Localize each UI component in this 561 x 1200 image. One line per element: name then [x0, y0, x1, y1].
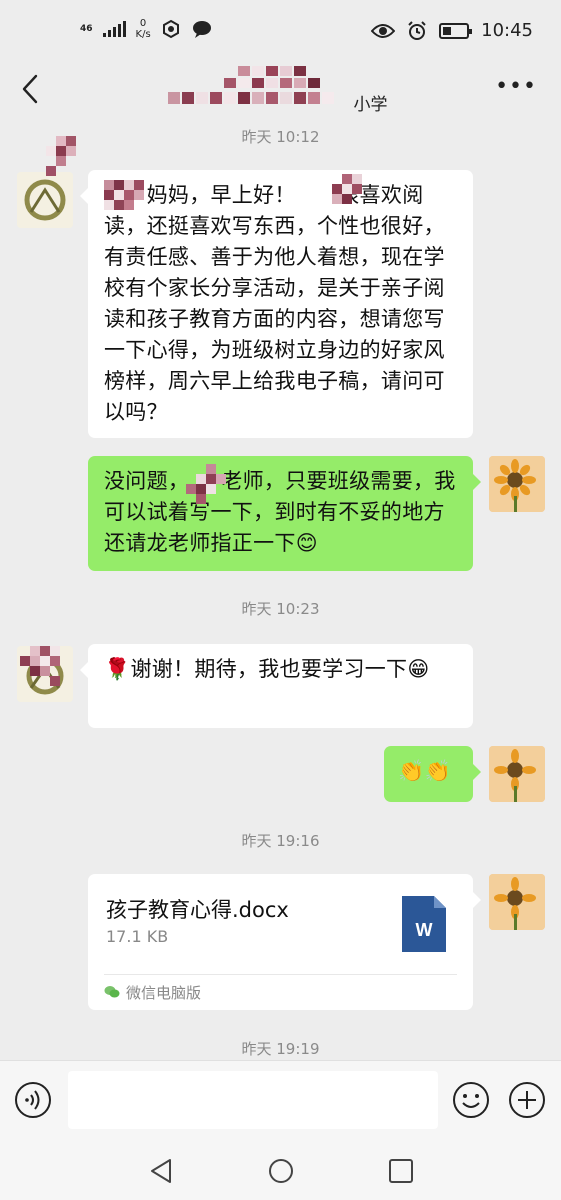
word-document-icon: W [402, 896, 446, 952]
voice-icon[interactable] [14, 1081, 52, 1119]
chat-title: 小学 [353, 95, 388, 115]
chat-icon [192, 21, 211, 38]
alarm-icon [408, 20, 426, 40]
divider [104, 974, 457, 975]
message-timestamp: 昨天 10:12 [241, 128, 320, 146]
clock: 10:45 [481, 20, 533, 41]
more-dots-icon[interactable]: ••• [495, 76, 537, 98]
message-text: 👏👏 [398, 759, 451, 783]
redaction-mosaic [186, 464, 226, 504]
signal-icon [102, 21, 126, 37]
shield-icon [162, 19, 179, 39]
redaction-mosaic [104, 180, 144, 210]
message-text: 🌹谢谢！期待，我也要学习一下😁 [104, 657, 430, 681]
emoji-icon[interactable] [452, 1081, 490, 1119]
message-timestamp: 昨天 19:16 [241, 832, 320, 850]
message-bubble-incoming[interactable]: 🌹谢谢！期待，我也要学习一下😁 [80, 644, 473, 728]
network-indicator: 46 [80, 23, 93, 34]
contact-avatar[interactable] [17, 172, 73, 228]
message-bubble-incoming[interactable]: 妈妈，早上好！ 很喜欢阅读，还挺喜欢写东西，个性也很好，有责任感、善于为他人着想… [80, 170, 473, 438]
my-avatar[interactable] [489, 456, 545, 512]
back-triangle-icon[interactable] [146, 1156, 176, 1186]
redaction-mosaic [46, 136, 76, 176]
chat-header: 小学 ••• [0, 62, 561, 118]
message-timestamp: 昨天 10:23 [241, 600, 320, 618]
message-bubble-outgoing[interactable]: 👏👏 [384, 746, 481, 802]
chat-title-area[interactable]: 小学 [150, 66, 411, 122]
file-message-card[interactable]: 孩子教育心得.docx 17.1 KB W 微信电脑版 [88, 874, 481, 1010]
file-size: 17.1 KB [106, 927, 169, 946]
wechat-icon [104, 986, 120, 998]
plus-icon[interactable] [508, 1081, 546, 1119]
recents-square-icon[interactable] [386, 1156, 416, 1186]
home-circle-icon[interactable] [266, 1156, 296, 1186]
message-text: 妈妈，早上好！ 很喜欢阅读，还挺喜欢写东西，个性也很好，有责任感、善于为他人着想… [104, 183, 445, 424]
message-bubble-outgoing[interactable]: 没问题， 老师，只要班级需要，我可以试着写一下，到时有不妥的地方还请龙老师指正一… [88, 456, 481, 571]
net-speed: 0 K/s [135, 18, 151, 40]
message-text: 没问题， 老师，只要班级需要，我可以试着写一下，到时有不妥的地方还请龙老师指正一… [104, 469, 456, 555]
redaction-mosaic [332, 174, 362, 204]
chevron-left-icon[interactable] [18, 72, 42, 106]
system-navigation-bar [0, 1142, 561, 1200]
message-timestamp: 昨天 19:19 [241, 1040, 320, 1058]
svg-text:W: W [416, 920, 433, 940]
file-source: 微信电脑版 [126, 984, 202, 1002]
my-avatar[interactable] [489, 874, 545, 930]
my-avatar[interactable] [489, 746, 545, 802]
input-bar [0, 1060, 561, 1142]
redaction-mosaic [20, 646, 60, 686]
message-input[interactable] [68, 1071, 438, 1129]
status-bar: 46 0 K/s 10:45 [0, 0, 561, 62]
eye-icon [371, 23, 396, 38]
file-name: 孩子教育心得.docx [106, 898, 289, 922]
battery-icon [439, 22, 473, 39]
